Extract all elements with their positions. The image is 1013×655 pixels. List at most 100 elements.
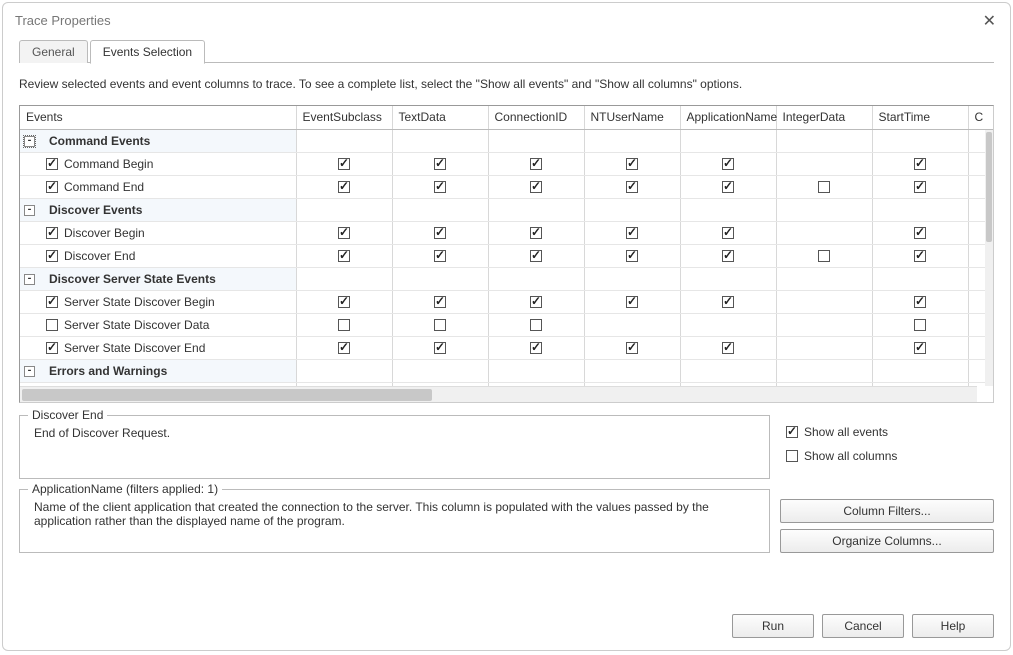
cell-checkbox[interactable] <box>338 181 350 193</box>
cell-checkbox[interactable] <box>434 342 446 354</box>
event-select-checkbox[interactable] <box>46 319 58 331</box>
grid-cell[interactable] <box>488 221 584 244</box>
grid-cell[interactable] <box>296 221 392 244</box>
grid-cell[interactable] <box>296 152 392 175</box>
grid-cell[interactable] <box>488 313 584 336</box>
cell-checkbox[interactable] <box>530 342 542 354</box>
grid-cell[interactable] <box>872 175 968 198</box>
cell-checkbox[interactable] <box>530 319 542 331</box>
cell-checkbox[interactable] <box>914 296 926 308</box>
grid-cell[interactable] <box>392 290 488 313</box>
grid-cell[interactable] <box>872 152 968 175</box>
cell-checkbox[interactable] <box>338 296 350 308</box>
run-button[interactable]: Run <box>732 614 814 638</box>
grid-cell[interactable] <box>392 175 488 198</box>
cell-checkbox[interactable] <box>530 296 542 308</box>
event-select-checkbox[interactable] <box>46 158 58 170</box>
cell-checkbox[interactable] <box>914 158 926 170</box>
grid-cell[interactable] <box>488 290 584 313</box>
grid-cell[interactable] <box>872 290 968 313</box>
column-header[interactable]: ConnectionID <box>488 106 584 129</box>
expand-icon[interactable]: - <box>24 205 35 216</box>
cell-checkbox[interactable] <box>914 342 926 354</box>
group-row[interactable]: -Discover Server State Events <box>20 267 296 290</box>
cell-checkbox[interactable] <box>914 181 926 193</box>
column-header[interactable]: TextData <box>392 106 488 129</box>
grid-cell[interactable] <box>872 221 968 244</box>
cell-checkbox[interactable] <box>530 181 542 193</box>
cell-checkbox[interactable] <box>434 158 446 170</box>
cell-checkbox[interactable] <box>626 342 638 354</box>
event-select-checkbox[interactable] <box>46 250 58 262</box>
cell-checkbox[interactable] <box>818 250 830 262</box>
grid-cell[interactable] <box>872 244 968 267</box>
column-header[interactable]: NTUserName <box>584 106 680 129</box>
cell-checkbox[interactable] <box>338 158 350 170</box>
event-select-checkbox[interactable] <box>46 296 58 308</box>
grid-cell[interactable] <box>680 244 776 267</box>
cell-checkbox[interactable] <box>434 296 446 308</box>
column-header[interactable]: EventSubclass <box>296 106 392 129</box>
cell-checkbox[interactable] <box>530 250 542 262</box>
grid-cell[interactable] <box>296 244 392 267</box>
cell-checkbox[interactable] <box>530 158 542 170</box>
tab-events-selection[interactable]: Events Selection <box>90 40 205 64</box>
column-header[interactable]: StartTime <box>872 106 968 129</box>
grid-cell[interactable] <box>392 336 488 359</box>
grid-cell[interactable] <box>680 336 776 359</box>
grid-cell[interactable] <box>680 152 776 175</box>
vertical-scrollbar[interactable] <box>985 130 993 386</box>
column-header[interactable]: IntegerData <box>776 106 872 129</box>
grid-cell[interactable] <box>392 244 488 267</box>
cell-checkbox[interactable] <box>626 181 638 193</box>
column-filters-button[interactable]: Column Filters... <box>780 499 994 523</box>
cell-checkbox[interactable] <box>722 296 734 308</box>
event-select-checkbox[interactable] <box>46 181 58 193</box>
grid-cell[interactable] <box>392 313 488 336</box>
cell-checkbox[interactable] <box>722 227 734 239</box>
cell-checkbox[interactable] <box>722 342 734 354</box>
grid-cell[interactable] <box>872 313 968 336</box>
cell-checkbox[interactable] <box>338 342 350 354</box>
group-row[interactable]: -Errors and Warnings <box>20 359 296 382</box>
show-all-columns-checkbox[interactable]: Show all columns <box>786 449 994 463</box>
grid-cell[interactable] <box>776 175 872 198</box>
event-select-checkbox[interactable] <box>46 227 58 239</box>
column-header[interactable]: C <box>968 106 993 129</box>
tab-general[interactable]: General <box>19 40 88 63</box>
grid-cell[interactable] <box>296 313 392 336</box>
grid-cell[interactable] <box>392 221 488 244</box>
cell-checkbox[interactable] <box>338 227 350 239</box>
cell-checkbox[interactable] <box>626 250 638 262</box>
cell-checkbox[interactable] <box>818 181 830 193</box>
cell-checkbox[interactable] <box>626 296 638 308</box>
expand-icon[interactable]: - <box>24 274 35 285</box>
cell-checkbox[interactable] <box>722 250 734 262</box>
grid-cell[interactable] <box>488 152 584 175</box>
cell-checkbox[interactable] <box>338 250 350 262</box>
cell-checkbox[interactable] <box>338 319 350 331</box>
grid-cell[interactable] <box>584 152 680 175</box>
cell-checkbox[interactable] <box>434 250 446 262</box>
grid-cell[interactable] <box>680 175 776 198</box>
help-button[interactable]: Help <box>912 614 994 638</box>
cell-checkbox[interactable] <box>626 227 638 239</box>
cell-checkbox[interactable] <box>914 250 926 262</box>
grid-cell[interactable] <box>488 336 584 359</box>
cell-checkbox[interactable] <box>530 227 542 239</box>
cancel-button[interactable]: Cancel <box>822 614 904 638</box>
expand-icon[interactable]: - <box>24 366 35 377</box>
column-header[interactable]: Events <box>20 106 296 129</box>
group-row[interactable]: -Command Events <box>20 129 296 152</box>
grid-cell[interactable] <box>584 244 680 267</box>
horizontal-scrollbar[interactable] <box>20 386 977 402</box>
cell-checkbox[interactable] <box>626 158 638 170</box>
grid-cell[interactable] <box>488 244 584 267</box>
expand-icon[interactable]: - <box>24 136 35 147</box>
cell-checkbox[interactable] <box>434 227 446 239</box>
grid-cell[interactable] <box>776 244 872 267</box>
cell-checkbox[interactable] <box>914 319 926 331</box>
grid-cell[interactable] <box>296 336 392 359</box>
grid-cell[interactable] <box>680 221 776 244</box>
grid-cell[interactable] <box>584 336 680 359</box>
